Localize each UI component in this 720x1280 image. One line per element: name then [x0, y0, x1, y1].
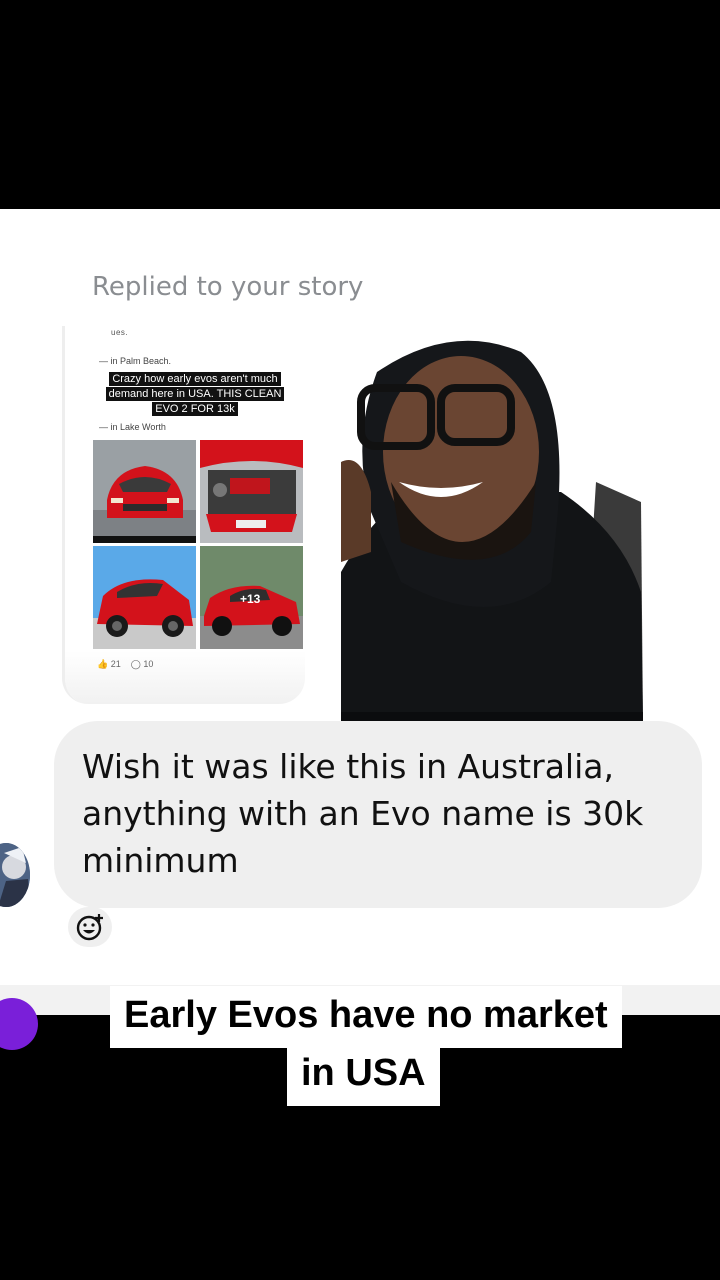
story-faint-text: ues.	[111, 328, 129, 337]
car-photo-side[interactable]: +13	[200, 546, 303, 649]
overlay-caption-line-1: Early Evos have no market	[110, 986, 622, 1048]
car-photo-front	[93, 440, 196, 543]
like-count: 21	[110, 659, 121, 669]
smiley-add-icon	[76, 914, 103, 941]
add-reaction-button[interactable]	[68, 907, 112, 947]
comment-count: 10	[143, 659, 154, 669]
story-location-palm-beach: — in Palm Beach.	[99, 356, 172, 366]
creator-cutout-image	[341, 332, 643, 724]
message-text: Wish it was like this in Australia, anyt…	[82, 747, 644, 880]
like-icon: 👍	[97, 659, 109, 669]
story-thumbnail[interactable]: ues. — in Palm Beach. — in Lake Worth Cr…	[62, 326, 305, 704]
more-photos-count: +13	[240, 592, 261, 606]
story-caption: Crazy how early evos aren't much demand …	[95, 372, 295, 417]
replied-to-story-label: Replied to your story	[92, 272, 364, 302]
car-photo-engine	[200, 440, 303, 543]
overlay-caption-line-2: in USA	[287, 1044, 440, 1106]
story-reactions-row: 👍 21 ◯ 10	[97, 659, 153, 670]
story-location-lake-worth: — in Lake Worth	[99, 422, 166, 432]
message-bubble[interactable]: Wish it was like this in Australia, anyt…	[54, 721, 702, 908]
comment-icon: ◯	[130, 659, 141, 669]
car-photo-rear	[93, 546, 196, 649]
